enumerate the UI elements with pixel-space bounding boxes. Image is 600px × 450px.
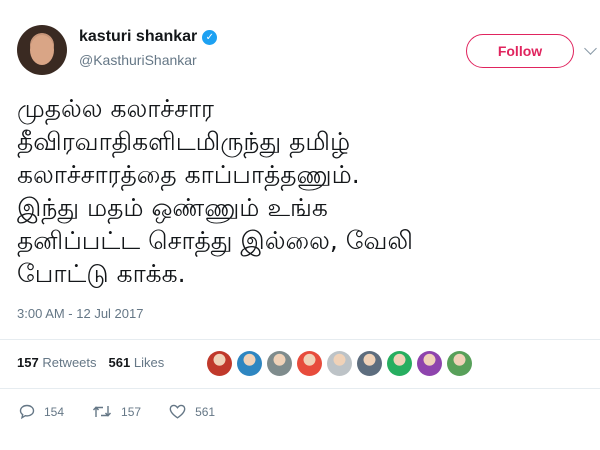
- divider: [0, 339, 600, 340]
- likers-avatars: [207, 351, 477, 376]
- liker-avatar[interactable]: [267, 351, 292, 376]
- retweet-action[interactable]: 157: [92, 404, 141, 419]
- liker-avatar[interactable]: [447, 351, 472, 376]
- liker-avatar[interactable]: [207, 351, 232, 376]
- tweet-text: முதல்ல கலாச்சார தீவிரவாதிகளிடமிருந்து தம…: [17, 94, 413, 288]
- verified-badge-icon: ✓: [202, 30, 218, 45]
- retweet-count: 157: [121, 404, 142, 419]
- likes-count: 561: [108, 355, 131, 370]
- retweets-label: Retweets: [42, 355, 97, 370]
- liker-avatar[interactable]: [237, 351, 262, 376]
- liker-avatar[interactable]: [417, 351, 442, 376]
- reply-action[interactable]: 154: [19, 404, 64, 419]
- user-display-name[interactable]: kasturi shankar ✓: [79, 28, 218, 46]
- chevron-down-icon[interactable]: [584, 42, 597, 55]
- reply-icon: [19, 404, 35, 419]
- follow-button[interactable]: Follow: [466, 34, 574, 68]
- avatar[interactable]: [17, 25, 67, 75]
- liker-avatar[interactable]: [297, 351, 322, 376]
- likes-label: Likes: [133, 355, 165, 370]
- engagement-stats: 157 Retweets 561 Likes: [17, 355, 164, 370]
- tweet-actions: 154 157 561: [19, 404, 243, 419]
- likes-stat[interactable]: 561 Likes: [109, 355, 165, 370]
- retweets-count: 157: [17, 355, 39, 370]
- retweets-stat[interactable]: 157 Retweets: [17, 355, 97, 370]
- display-name-text: kasturi shankar: [79, 28, 198, 45]
- liker-avatar[interactable]: [357, 351, 382, 376]
- heart-icon: [169, 404, 186, 419]
- divider: [0, 388, 600, 389]
- like-count: 561: [195, 404, 216, 419]
- user-handle[interactable]: @KasthuriShankar: [79, 52, 197, 68]
- like-action[interactable]: 561: [169, 404, 215, 419]
- liker-avatar[interactable]: [327, 351, 352, 376]
- retweet-icon: [93, 406, 112, 417]
- reply-count: 154: [44, 404, 65, 419]
- liker-avatar[interactable]: [387, 351, 412, 376]
- tweet-timestamp[interactable]: 3:00 AM - 12 Jul 2017: [17, 306, 143, 321]
